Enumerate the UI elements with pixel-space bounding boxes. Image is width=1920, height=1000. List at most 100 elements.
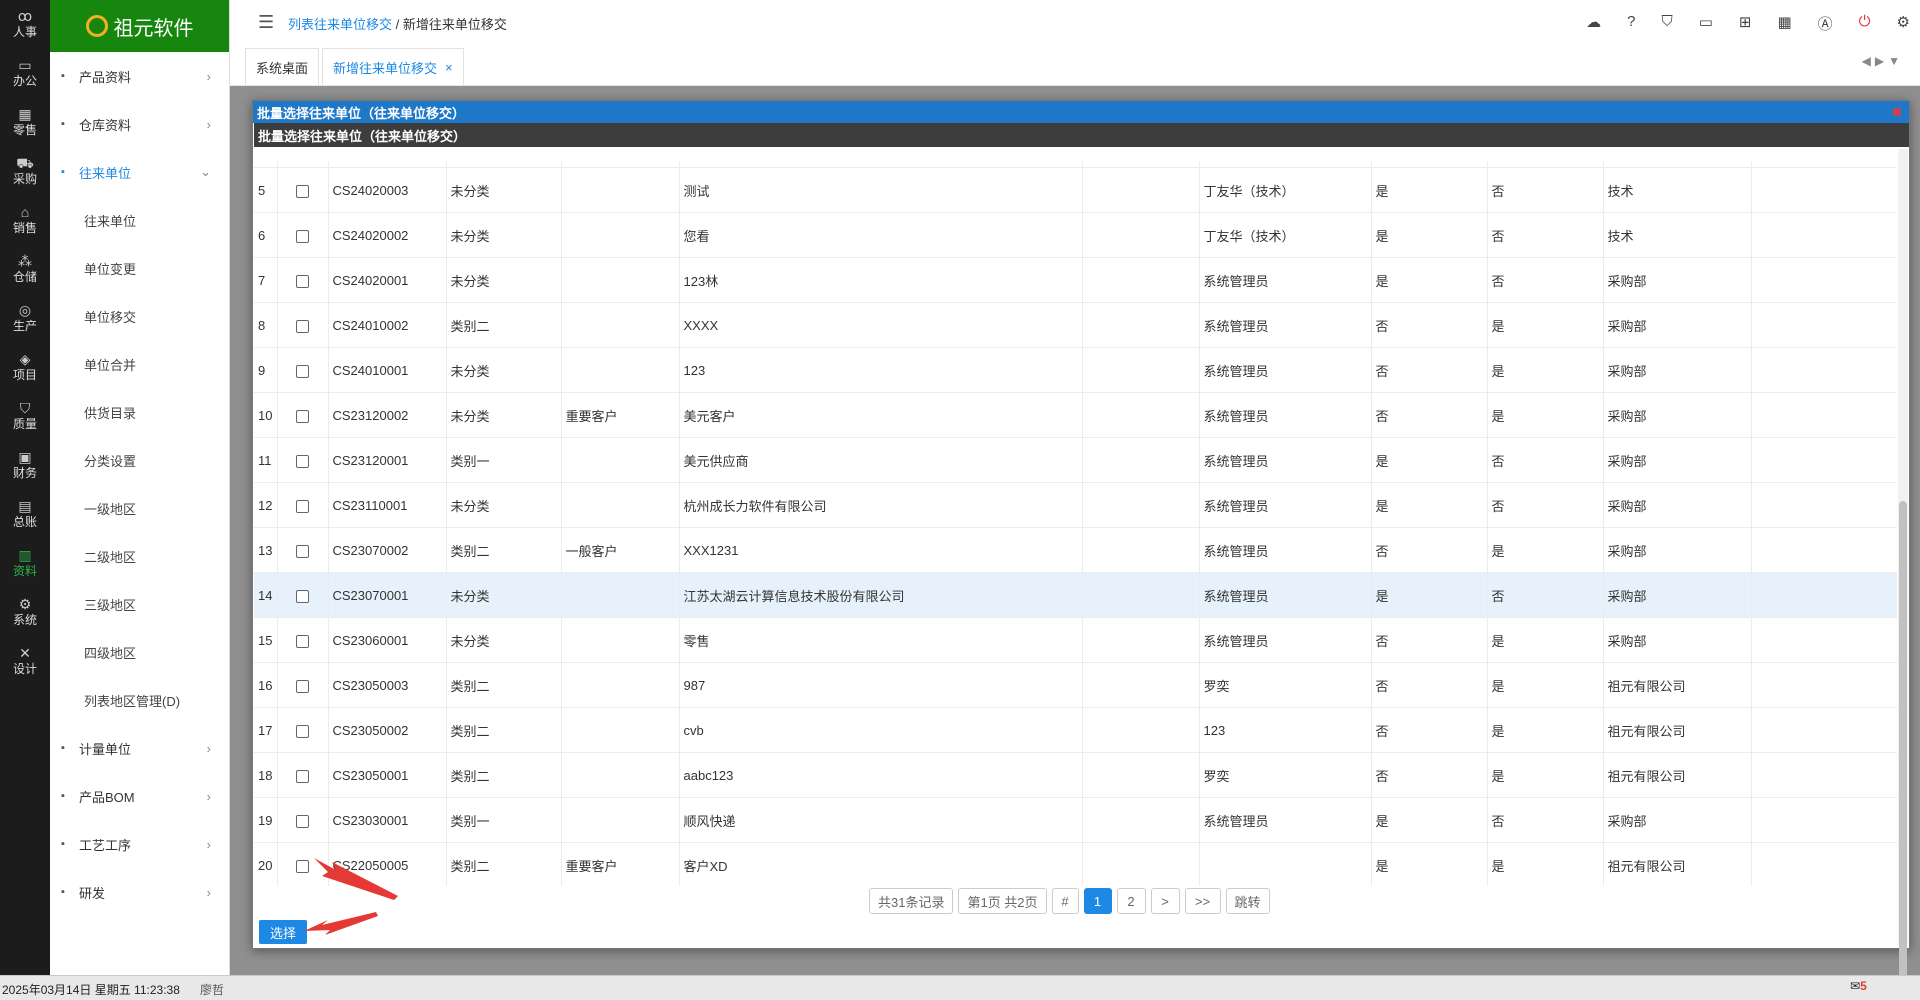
cell-blank	[1082, 662, 1200, 708]
menu-subitem[interactable]: 列表地区管理(D)	[50, 676, 229, 724]
menu-subitem[interactable]: 供货目录	[50, 388, 229, 436]
module-3[interactable]: ▦ 零售	[0, 98, 50, 147]
cell-c2: 是	[1487, 752, 1604, 798]
menu-group[interactable]: ▪ 计量单位 ›	[50, 724, 229, 772]
cell-no: 9	[254, 347, 278, 393]
menu-group[interactable]: ▪ 仓库资料 ›	[50, 100, 229, 148]
table-row[interactable]: 16 CS23050003 类别二 987 罗奕否是祖元有限公司	[254, 662, 1897, 708]
module-5[interactable]: ⌂ 销售	[0, 196, 50, 245]
menu-group[interactable]: ▪ 产品资料 ›	[50, 52, 229, 100]
module-10[interactable]: ▣ 财务	[0, 441, 50, 490]
table-row[interactable]: 14 CS23070001 未分类 江苏太湖云计算信息技术股份有限公司 系统管理员是否采…	[254, 572, 1897, 618]
row-checkbox[interactable]	[296, 409, 309, 423]
pager-hash-button[interactable]: #	[1051, 888, 1079, 914]
row-checkbox[interactable]	[296, 364, 309, 378]
breadcrumb-link[interactable]: 列表往来单位移交	[288, 17, 392, 32]
row-checkbox[interactable]	[296, 814, 309, 828]
row-checkbox[interactable]	[296, 634, 309, 648]
row-checkbox[interactable]	[296, 859, 309, 873]
logo: 祖元软件	[50, 0, 229, 52]
row-checkbox[interactable]	[296, 274, 309, 288]
table-row[interactable]: 17 CS23050002 类别二 cvb 123 否是祖元有限公司	[254, 707, 1897, 753]
table-row[interactable]: 5 CS24020003 未分类 测试 丁友华（技术）是否技术	[254, 167, 1897, 213]
menu-group[interactable]: ▪ 产品BOM ›	[50, 772, 229, 820]
cell-no: 7	[254, 257, 278, 303]
menu-subitem[interactable]: 单位移交	[50, 292, 229, 340]
menu-group[interactable]: ▪ 工艺工序 ›	[50, 820, 229, 868]
tab-close-icon[interactable]: ×	[445, 60, 453, 75]
table-row[interactable]: 12 CS23110001 未分类 杭州成长力软件有限公司 系统管理员是否采购部	[254, 482, 1897, 528]
menu-subitem[interactable]: 单位合并	[50, 340, 229, 388]
module-4[interactable]: ⛟ 采购	[0, 147, 50, 196]
screen-icon[interactable]: ▭	[1699, 13, 1713, 34]
row-checkbox[interactable]	[296, 319, 309, 333]
table-row[interactable]: 18 CS23050001 类别二 aabc123 罗奕否是祖元有限公司	[254, 752, 1897, 798]
module-7[interactable]: ◎ 生产	[0, 294, 50, 343]
vertical-scrollbar[interactable]	[1898, 149, 1908, 991]
row-checkbox[interactable]	[296, 679, 309, 693]
table-row[interactable]: 10 CS23120002 未分类 重要客户 美元客户 系统管理员否是采购部	[254, 392, 1897, 438]
table-row[interactable]: 11 CS23120001 类别一 美元供应商 系统管理员是否采购部	[254, 437, 1897, 483]
tab-scroll-arrows[interactable]: ◀▶▼	[1862, 54, 1904, 68]
module-1[interactable]: ꝏ 人事	[0, 0, 50, 49]
table-row[interactable]: 20 CS22050005 类别二 重要客户 客户XD 是是祖元有限公司	[254, 842, 1897, 886]
message-indicator[interactable]: ✉5	[1850, 979, 1867, 993]
menu-subitem[interactable]: 一级地区	[50, 484, 229, 532]
cell-type	[561, 212, 680, 258]
pager-page-2[interactable]: 2	[1116, 888, 1146, 914]
row-checkbox[interactable]	[296, 544, 309, 558]
menu-subitem[interactable]: 四级地区	[50, 628, 229, 676]
pager-jump-button[interactable]: 跳转	[1225, 888, 1270, 914]
module-14[interactable]: ✕ 设计	[0, 637, 50, 686]
cell-name: 测试	[679, 167, 1083, 213]
row-checkbox[interactable]	[296, 184, 309, 198]
table-row[interactable]: 8 CS24010002 类别二 XXXX 系统管理员否是采购部	[254, 302, 1897, 348]
apps-icon[interactable]: ⊞	[1739, 13, 1752, 34]
cell-dept: 祖元有限公司	[1603, 707, 1752, 753]
module-9[interactable]: ⛉ 质量	[0, 392, 50, 441]
module-2[interactable]: ▭ 办公	[0, 49, 50, 98]
row-checkbox[interactable]	[296, 769, 309, 783]
row-checkbox[interactable]	[296, 454, 309, 468]
module-13[interactable]: ⚙ 系统	[0, 588, 50, 637]
pager-next-button[interactable]: >	[1150, 888, 1180, 914]
power-icon[interactable]: ⏻	[1859, 13, 1871, 34]
table-row[interactable]: 13 CS23070002 类别二 一般客户 XXX1231 系统管理员否是采购部	[254, 527, 1897, 573]
menu-toggle-icon[interactable]: ☰	[258, 12, 274, 33]
module-6[interactable]: ⁂ 仓储	[0, 245, 50, 294]
select-button[interactable]: 选择	[259, 920, 307, 944]
scrollbar-thumb[interactable]	[1899, 501, 1907, 991]
menu-subitem[interactable]: 单位变更	[50, 244, 229, 292]
account-icon[interactable]: Ⓐ	[1818, 13, 1833, 34]
close-icon[interactable]: ✖	[1891, 104, 1903, 121]
pager-page-1[interactable]: 1	[1083, 888, 1112, 914]
menu-subitem[interactable]: 往来单位	[50, 196, 229, 244]
module-12[interactable]: ▥ 资料	[0, 539, 50, 588]
menu-subitem[interactable]: 分类设置	[50, 436, 229, 484]
menu-group[interactable]: ▪ 往来单位 ⌄	[50, 148, 229, 196]
table-row[interactable]: 19 CS23030001 类别一 顺风快递 系统管理员是否采购部	[254, 797, 1897, 843]
table-cell-empty	[1751, 707, 1897, 753]
row-checkbox[interactable]	[296, 589, 309, 603]
menu-group[interactable]: ▪ 研发 ›	[50, 868, 229, 916]
tab-home[interactable]: 系统桌面	[245, 48, 320, 85]
pager-last-button[interactable]: >>	[1184, 888, 1221, 914]
tab-new-transfer[interactable]: 新增往来单位移交 ×	[322, 48, 464, 85]
settings-icon[interactable]: ⚙	[1897, 13, 1910, 34]
table-row[interactable]: 9 CS24010001 未分类 123 系统管理员否是采购部	[254, 347, 1897, 393]
table-row[interactable]: 7 CS24020001 未分类 123林 系统管理员是否采购部	[254, 257, 1897, 303]
table-row[interactable]: 6 CS24020002 未分类 您看 丁友华（技术）是否技术	[254, 212, 1897, 258]
cloud-icon[interactable]: ☁	[1586, 13, 1601, 34]
shirt-icon[interactable]: ⛉	[1661, 13, 1672, 34]
menu-subitem[interactable]: 二级地区	[50, 532, 229, 580]
menu-subitem[interactable]: 三级地区	[50, 580, 229, 628]
row-checkbox[interactable]	[296, 724, 309, 738]
module-8[interactable]: ◈ 项目	[0, 343, 50, 392]
calendar-icon[interactable]: ▦	[1777, 13, 1791, 34]
module-11[interactable]: ▤ 总账	[0, 490, 50, 539]
table-row[interactable]: 15 CS23060001 未分类 零售 系统管理员否是采购部	[254, 617, 1897, 663]
row-checkbox[interactable]	[296, 229, 309, 243]
cell-owner: 罗奕	[1199, 662, 1372, 708]
row-checkbox[interactable]	[296, 499, 309, 513]
help-icon[interactable]: ?	[1627, 13, 1635, 34]
